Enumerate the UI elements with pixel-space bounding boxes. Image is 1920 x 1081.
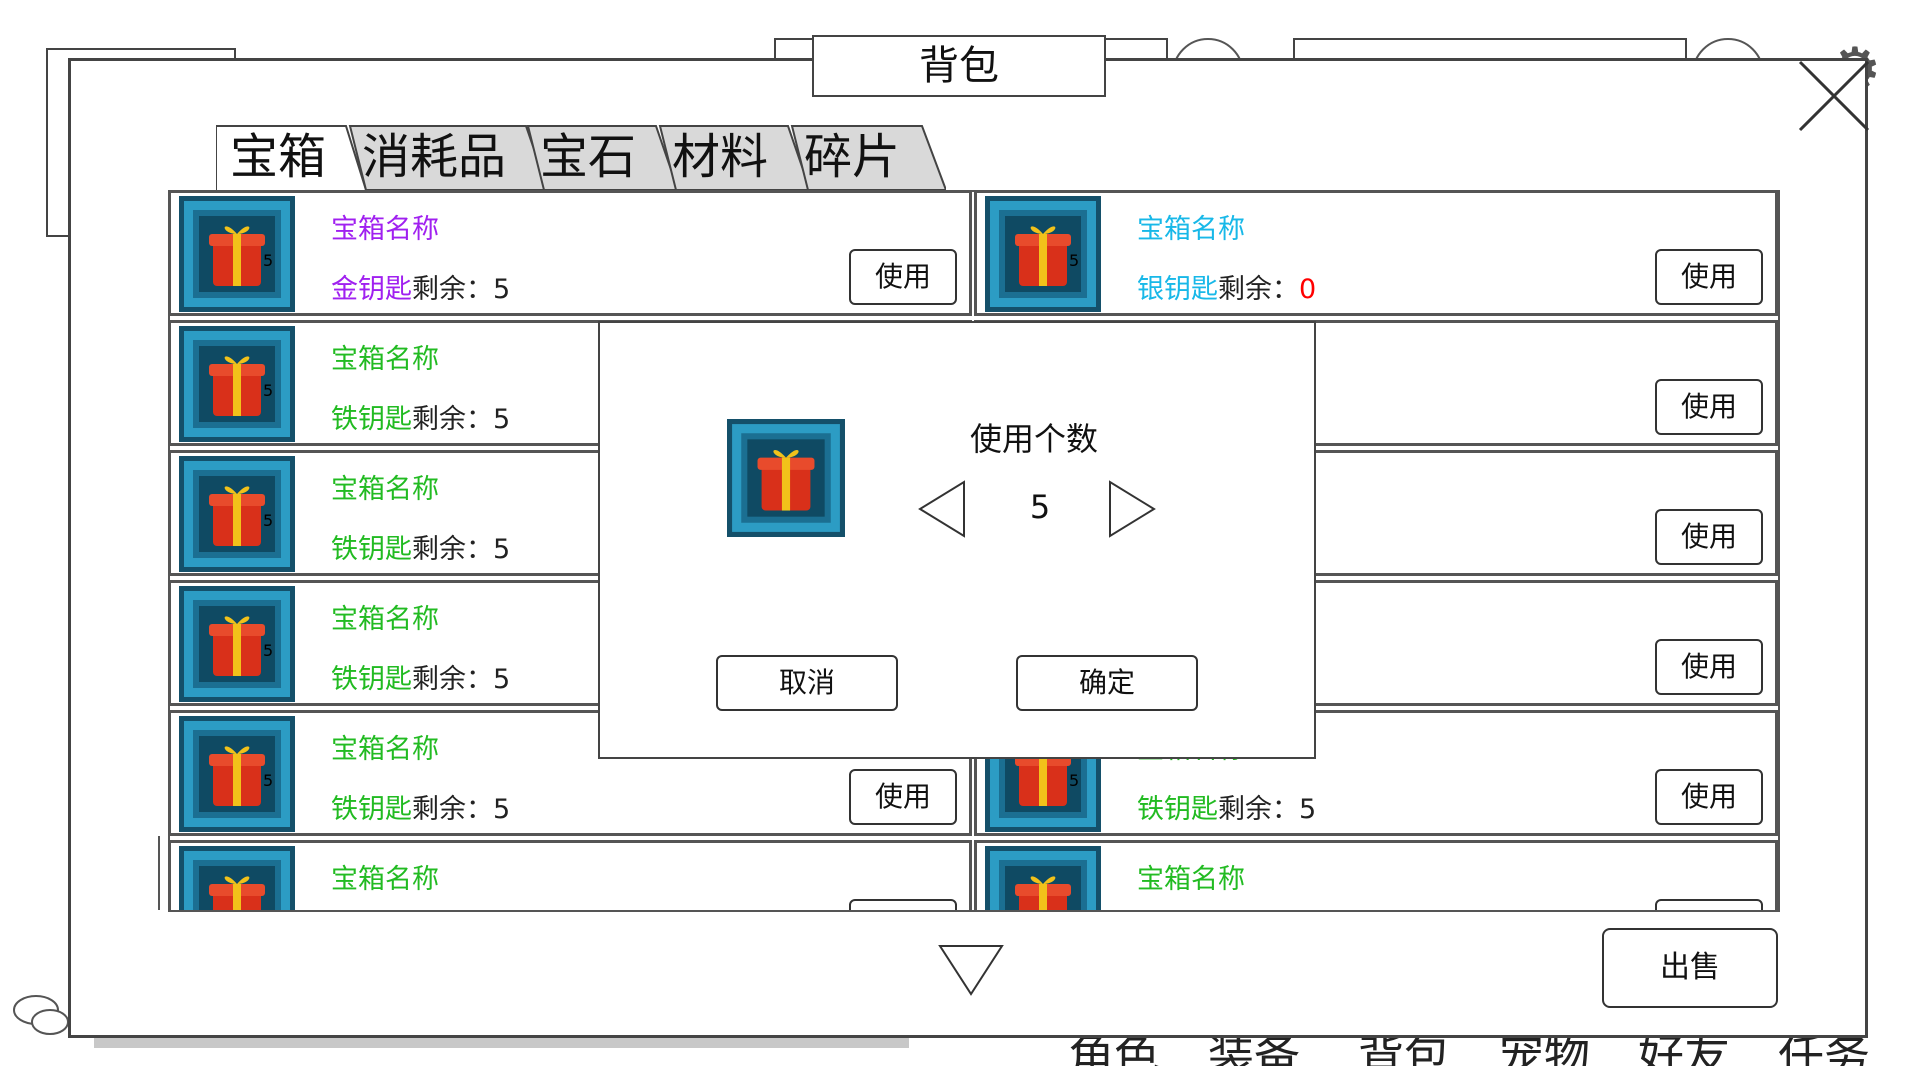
key-type: 铁钥匙 bbox=[331, 664, 412, 695]
cancel-button[interactable]: 取消 bbox=[716, 655, 898, 711]
remaining-label: 剩余： bbox=[412, 664, 493, 695]
use-quantity-dialog bbox=[598, 321, 1316, 759]
tab-label: 材料 bbox=[672, 129, 769, 185]
key-type: 金钥匙 bbox=[331, 274, 412, 305]
chest-item-card: 5 宝箱名称 银钥匙剩余：0 使用 bbox=[974, 192, 1778, 316]
chat-bubble-icon[interactable] bbox=[10, 990, 72, 1040]
close-icon[interactable] bbox=[1796, 58, 1872, 134]
use-button[interactable] bbox=[1655, 899, 1763, 910]
key-type: 铁钥匙 bbox=[331, 404, 412, 435]
chest-remaining: 银钥匙剩余：0 bbox=[1137, 267, 1316, 306]
chest-name: 宝箱名称 bbox=[1137, 864, 1245, 895]
remaining-label: 剩余： bbox=[1218, 794, 1299, 825]
item-count-badge: 5 bbox=[263, 251, 274, 270]
chest-icon bbox=[179, 456, 295, 572]
use-button[interactable]: 使用 bbox=[849, 769, 957, 825]
tab-fragments[interactable]: 碎片 bbox=[790, 124, 946, 190]
remaining-value: 0 bbox=[1299, 274, 1317, 305]
chest-item-card: 宝箱名称 bbox=[170, 840, 972, 910]
quantity-value: 5 bbox=[1029, 488, 1051, 526]
remaining-label: 剩余： bbox=[412, 794, 493, 825]
use-button[interactable] bbox=[849, 899, 957, 910]
key-type: 银钥匙 bbox=[1137, 274, 1218, 305]
remaining-value: 5 bbox=[493, 664, 511, 695]
remaining-label: 剩余： bbox=[412, 274, 493, 305]
chest-icon bbox=[179, 846, 295, 910]
remaining-value: 5 bbox=[493, 534, 511, 565]
chest-icon bbox=[179, 586, 295, 702]
use-button[interactable]: 使用 bbox=[1655, 249, 1763, 305]
list-scrollbar[interactable] bbox=[158, 836, 160, 910]
key-type: 铁钥匙 bbox=[331, 534, 412, 565]
chest-remaining: 铁钥匙剩余：5 bbox=[331, 527, 510, 566]
chest-remaining: 铁钥匙剩余：5 bbox=[331, 787, 510, 826]
use-button[interactable]: 使用 bbox=[1655, 769, 1763, 825]
chest-icon bbox=[179, 326, 295, 442]
chest-remaining: 金钥匙剩余：5 bbox=[331, 267, 510, 306]
sell-button[interactable]: 出售 bbox=[1602, 928, 1778, 1008]
use-button[interactable]: 使用 bbox=[1655, 639, 1763, 695]
item-count-badge: 5 bbox=[1069, 251, 1080, 270]
chest-item-card: 5 宝箱名称 金钥匙剩余：5 使用 bbox=[170, 192, 972, 316]
tab-consumables[interactable]: 消耗品 bbox=[348, 124, 548, 190]
decrease-arrow-icon[interactable] bbox=[918, 480, 966, 538]
chest-name: 宝箱名称 bbox=[331, 604, 439, 635]
item-count-badge: 5 bbox=[263, 511, 274, 530]
use-button[interactable]: 使用 bbox=[849, 249, 957, 305]
tab-materials[interactable]: 材料 bbox=[658, 124, 810, 190]
item-count-badge: 5 bbox=[263, 381, 274, 400]
use-button[interactable]: 使用 bbox=[1655, 379, 1763, 435]
chest-remaining: 铁钥匙剩余：5 bbox=[331, 397, 510, 436]
remaining-label: 剩余： bbox=[1218, 274, 1299, 305]
tab-label: 消耗品 bbox=[362, 129, 507, 185]
chest-remaining: 铁钥匙剩余：5 bbox=[331, 657, 510, 696]
chest-icon bbox=[179, 716, 295, 832]
tab-chests[interactable]: 宝箱 bbox=[216, 124, 366, 190]
panel-title: 背包 bbox=[812, 35, 1106, 97]
tab-label: 宝石 bbox=[540, 129, 637, 185]
chest-name: 宝箱名称 bbox=[331, 864, 439, 895]
use-button[interactable]: 使用 bbox=[1655, 509, 1763, 565]
key-type: 铁钥匙 bbox=[331, 794, 412, 825]
chest-remaining: 铁钥匙剩余：5 bbox=[1137, 787, 1316, 826]
chest-icon bbox=[985, 196, 1101, 312]
remaining-label: 剩余： bbox=[412, 404, 493, 435]
dialog-title: 使用个数 bbox=[970, 420, 1099, 458]
chest-icon bbox=[179, 196, 295, 312]
tab-label: 碎片 bbox=[804, 129, 901, 185]
increase-arrow-icon[interactable] bbox=[1108, 480, 1156, 538]
dialog-chest-icon bbox=[727, 419, 845, 537]
remaining-value: 5 bbox=[1299, 794, 1317, 825]
chest-name: 宝箱名称 bbox=[331, 474, 439, 505]
chest-icon bbox=[985, 846, 1101, 910]
tab-gems[interactable]: 宝石 bbox=[526, 124, 678, 190]
chest-name: 宝箱名称 bbox=[1137, 214, 1245, 245]
remaining-value: 5 bbox=[493, 404, 511, 435]
remaining-label: 剩余： bbox=[412, 534, 493, 565]
confirm-button[interactable]: 确定 bbox=[1016, 655, 1198, 711]
key-type: 铁钥匙 bbox=[1137, 794, 1218, 825]
chest-name: 宝箱名称 bbox=[331, 344, 439, 375]
chest-name: 宝箱名称 bbox=[331, 214, 439, 245]
item-count-badge: 5 bbox=[263, 641, 274, 660]
chest-item-card: 宝箱名称 bbox=[974, 840, 1778, 910]
scroll-down-arrow-icon[interactable] bbox=[938, 944, 1004, 996]
tab-label: 宝箱 bbox=[230, 129, 327, 185]
chest-name: 宝箱名称 bbox=[331, 734, 439, 765]
remaining-value: 5 bbox=[493, 274, 511, 305]
item-count-badge: 5 bbox=[1069, 771, 1080, 790]
remaining-value: 5 bbox=[493, 794, 511, 825]
item-count-badge: 5 bbox=[263, 771, 274, 790]
